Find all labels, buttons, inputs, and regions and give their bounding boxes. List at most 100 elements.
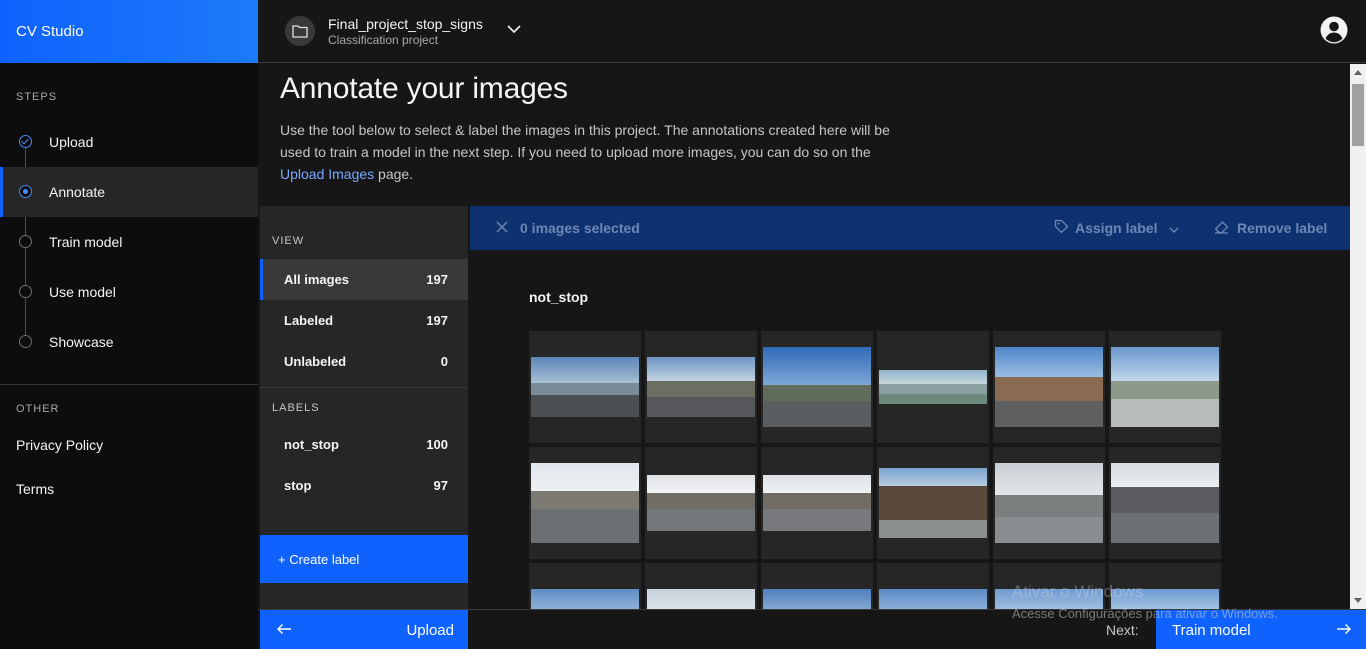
image-tile[interactable] — [877, 331, 989, 443]
image-tile[interactable] — [993, 563, 1105, 609]
description-text: Use the tool below to select & label the… — [280, 122, 890, 160]
steps-list: Upload Annotate Train model Use model Sh… — [0, 117, 258, 367]
street-photo — [995, 589, 1103, 609]
step-showcase[interactable]: Showcase — [0, 317, 258, 367]
image-tile[interactable] — [877, 563, 989, 609]
street-photo — [879, 468, 987, 538]
page-description: Use the tool below to select & label the… — [280, 119, 890, 185]
image-tile[interactable] — [993, 447, 1105, 559]
image-gallery: not_stop — [470, 250, 1350, 609]
eraser-icon — [1214, 220, 1229, 237]
user-avatar-icon[interactable] — [1320, 16, 1348, 44]
vertical-scrollbar[interactable] — [1350, 64, 1366, 609]
selected-count: 0 images selected — [520, 220, 640, 236]
street-photo — [995, 347, 1103, 427]
label-count: 100 — [426, 437, 448, 452]
assign-label-text: Assign label — [1075, 220, 1158, 236]
selection-toolbar: 0 images selected Assign label Remove la… — [470, 206, 1350, 250]
step-current-icon — [19, 185, 32, 198]
group-title: not_stop — [529, 289, 589, 305]
bottom-bar: Upload Next: Train model — [258, 609, 1366, 649]
upload-images-link[interactable]: Upload Images — [280, 166, 374, 182]
panel-divider — [260, 387, 468, 388]
street-photo — [647, 589, 755, 609]
label-name: stop — [284, 478, 312, 493]
step-pending-icon — [19, 285, 32, 298]
step-pending-icon — [19, 335, 32, 348]
remove-label-text: Remove label — [1237, 220, 1328, 236]
view-count: 0 — [440, 354, 448, 369]
street-photo — [647, 475, 755, 531]
image-tile[interactable] — [529, 331, 641, 443]
step-label: Use model — [49, 284, 116, 300]
image-tile[interactable] — [877, 447, 989, 559]
view-count: 197 — [426, 272, 448, 287]
image-tile[interactable] — [761, 447, 873, 559]
assign-label-button[interactable]: Assign label — [1054, 206, 1179, 250]
step-upload[interactable]: Upload — [0, 117, 258, 167]
street-photo — [1111, 463, 1219, 543]
image-tile[interactable] — [529, 447, 641, 559]
image-tile[interactable] — [1109, 331, 1221, 443]
filter-panel: VIEW All images 197 Labeled 197 Unlabele… — [260, 206, 468, 609]
project-name: Final_project_stop_signs — [328, 15, 483, 32]
folder-icon — [285, 16, 315, 46]
terms-link[interactable]: Terms — [0, 467, 258, 511]
image-grid — [529, 331, 1229, 609]
back-button-label: Upload — [406, 621, 454, 639]
label-stop[interactable]: stop 97 — [260, 465, 468, 506]
image-tile[interactable] — [645, 447, 757, 559]
view-all-images[interactable]: All images 197 — [260, 259, 468, 300]
street-photo — [531, 357, 639, 417]
close-icon[interactable] — [496, 220, 508, 236]
step-train-model[interactable]: Train model — [0, 217, 258, 267]
image-tile[interactable] — [529, 563, 641, 609]
top-bar: Final_project_stop_signs Classification … — [258, 0, 1366, 63]
image-tile[interactable] — [645, 563, 757, 609]
image-tile[interactable] — [993, 331, 1105, 443]
project-info[interactable]: Final_project_stop_signs Classification … — [328, 16, 483, 47]
step-label: Annotate — [49, 184, 106, 200]
app-brand[interactable]: CV Studio — [0, 0, 258, 63]
step-pending-icon — [19, 235, 32, 248]
labels-title: LABELS — [272, 402, 320, 414]
next-button-label: Train model — [1172, 621, 1251, 639]
sidebar: CV Studio STEPS Upload Annotate Train mo… — [0, 0, 258, 649]
street-photo — [879, 370, 987, 404]
arrow-left-icon — [276, 622, 292, 639]
scroll-down-icon[interactable] — [1354, 598, 1362, 603]
next-train-model-button[interactable]: Train model — [1156, 610, 1366, 649]
label-name: not_stop — [284, 437, 339, 452]
street-photo — [531, 589, 639, 609]
step-annotate[interactable]: Annotate — [0, 167, 258, 217]
remove-label-button[interactable]: Remove label — [1214, 206, 1327, 250]
step-use-model[interactable]: Use model — [0, 267, 258, 317]
view-unlabeled[interactable]: Unlabeled 0 — [260, 341, 468, 382]
image-tile[interactable] — [761, 331, 873, 443]
step-done-icon — [19, 135, 32, 148]
street-photo — [1111, 347, 1219, 427]
steps-title: STEPS — [16, 91, 58, 103]
view-label: Unlabeled — [284, 354, 347, 369]
scroll-up-icon[interactable] — [1354, 70, 1362, 75]
image-tile[interactable] — [645, 331, 757, 443]
image-tile[interactable] — [761, 563, 873, 609]
step-label: Upload — [49, 134, 94, 150]
privacy-policy-link[interactable]: Privacy Policy — [0, 423, 258, 467]
view-labeled[interactable]: Labeled 197 — [260, 300, 468, 341]
view-label: All images — [284, 272, 350, 287]
create-label-button[interactable]: + Create label — [260, 535, 468, 583]
image-tile[interactable] — [1109, 563, 1221, 609]
street-photo — [995, 463, 1103, 543]
scrollbar-thumb[interactable] — [1352, 84, 1364, 146]
image-tile[interactable] — [1109, 447, 1221, 559]
description-text-end: page. — [374, 166, 414, 182]
view-count: 197 — [426, 313, 448, 328]
step-label: Showcase — [49, 334, 114, 350]
chevron-down-icon[interactable] — [507, 21, 521, 39]
back-upload-button[interactable]: Upload — [260, 610, 468, 649]
view-title: VIEW — [272, 235, 305, 247]
street-photo — [1111, 589, 1219, 609]
label-not-stop[interactable]: not_stop 100 — [260, 424, 468, 465]
other-title: OTHER — [16, 403, 60, 415]
